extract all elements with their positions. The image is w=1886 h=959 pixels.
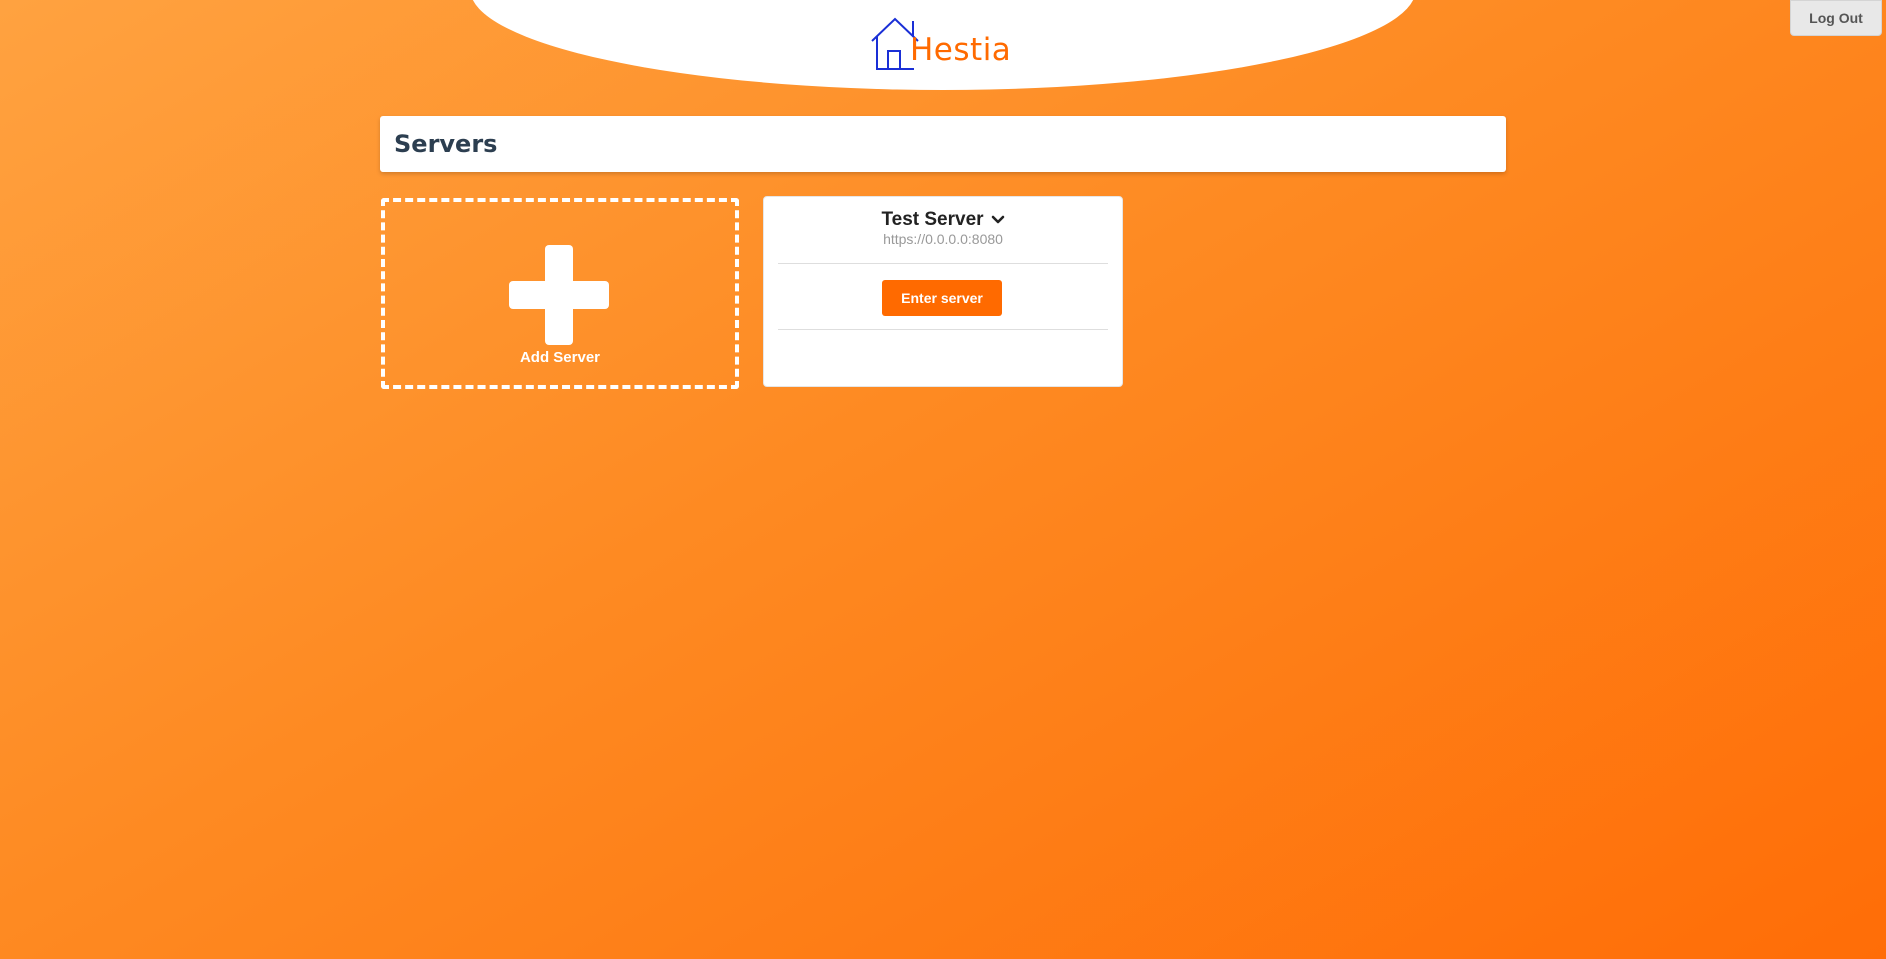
chevron-down-icon[interactable]: [991, 213, 1005, 227]
page-title-bar: Servers: [380, 116, 1506, 172]
page-title: Servers: [394, 130, 498, 158]
server-card: Test Server https://0.0.0.0:8080 Enter s…: [763, 196, 1123, 387]
hestia-logo: Hestia: [870, 17, 1020, 73]
add-server-label: Add Server: [519, 349, 601, 366]
logo-wordmark: Hestia: [910, 32, 1012, 68]
server-name-row: Test Server: [764, 209, 1122, 231]
plus-icon: [509, 245, 609, 345]
enter-server-button[interactable]: Enter server: [882, 280, 1002, 316]
logout-button[interactable]: Log Out: [1790, 0, 1882, 36]
divider: [778, 263, 1108, 264]
server-name: Test Server: [881, 209, 984, 230]
add-server-card[interactable]: Add Server: [381, 198, 739, 389]
server-url: https://0.0.0.0:8080: [883, 231, 1003, 247]
divider: [778, 329, 1108, 330]
